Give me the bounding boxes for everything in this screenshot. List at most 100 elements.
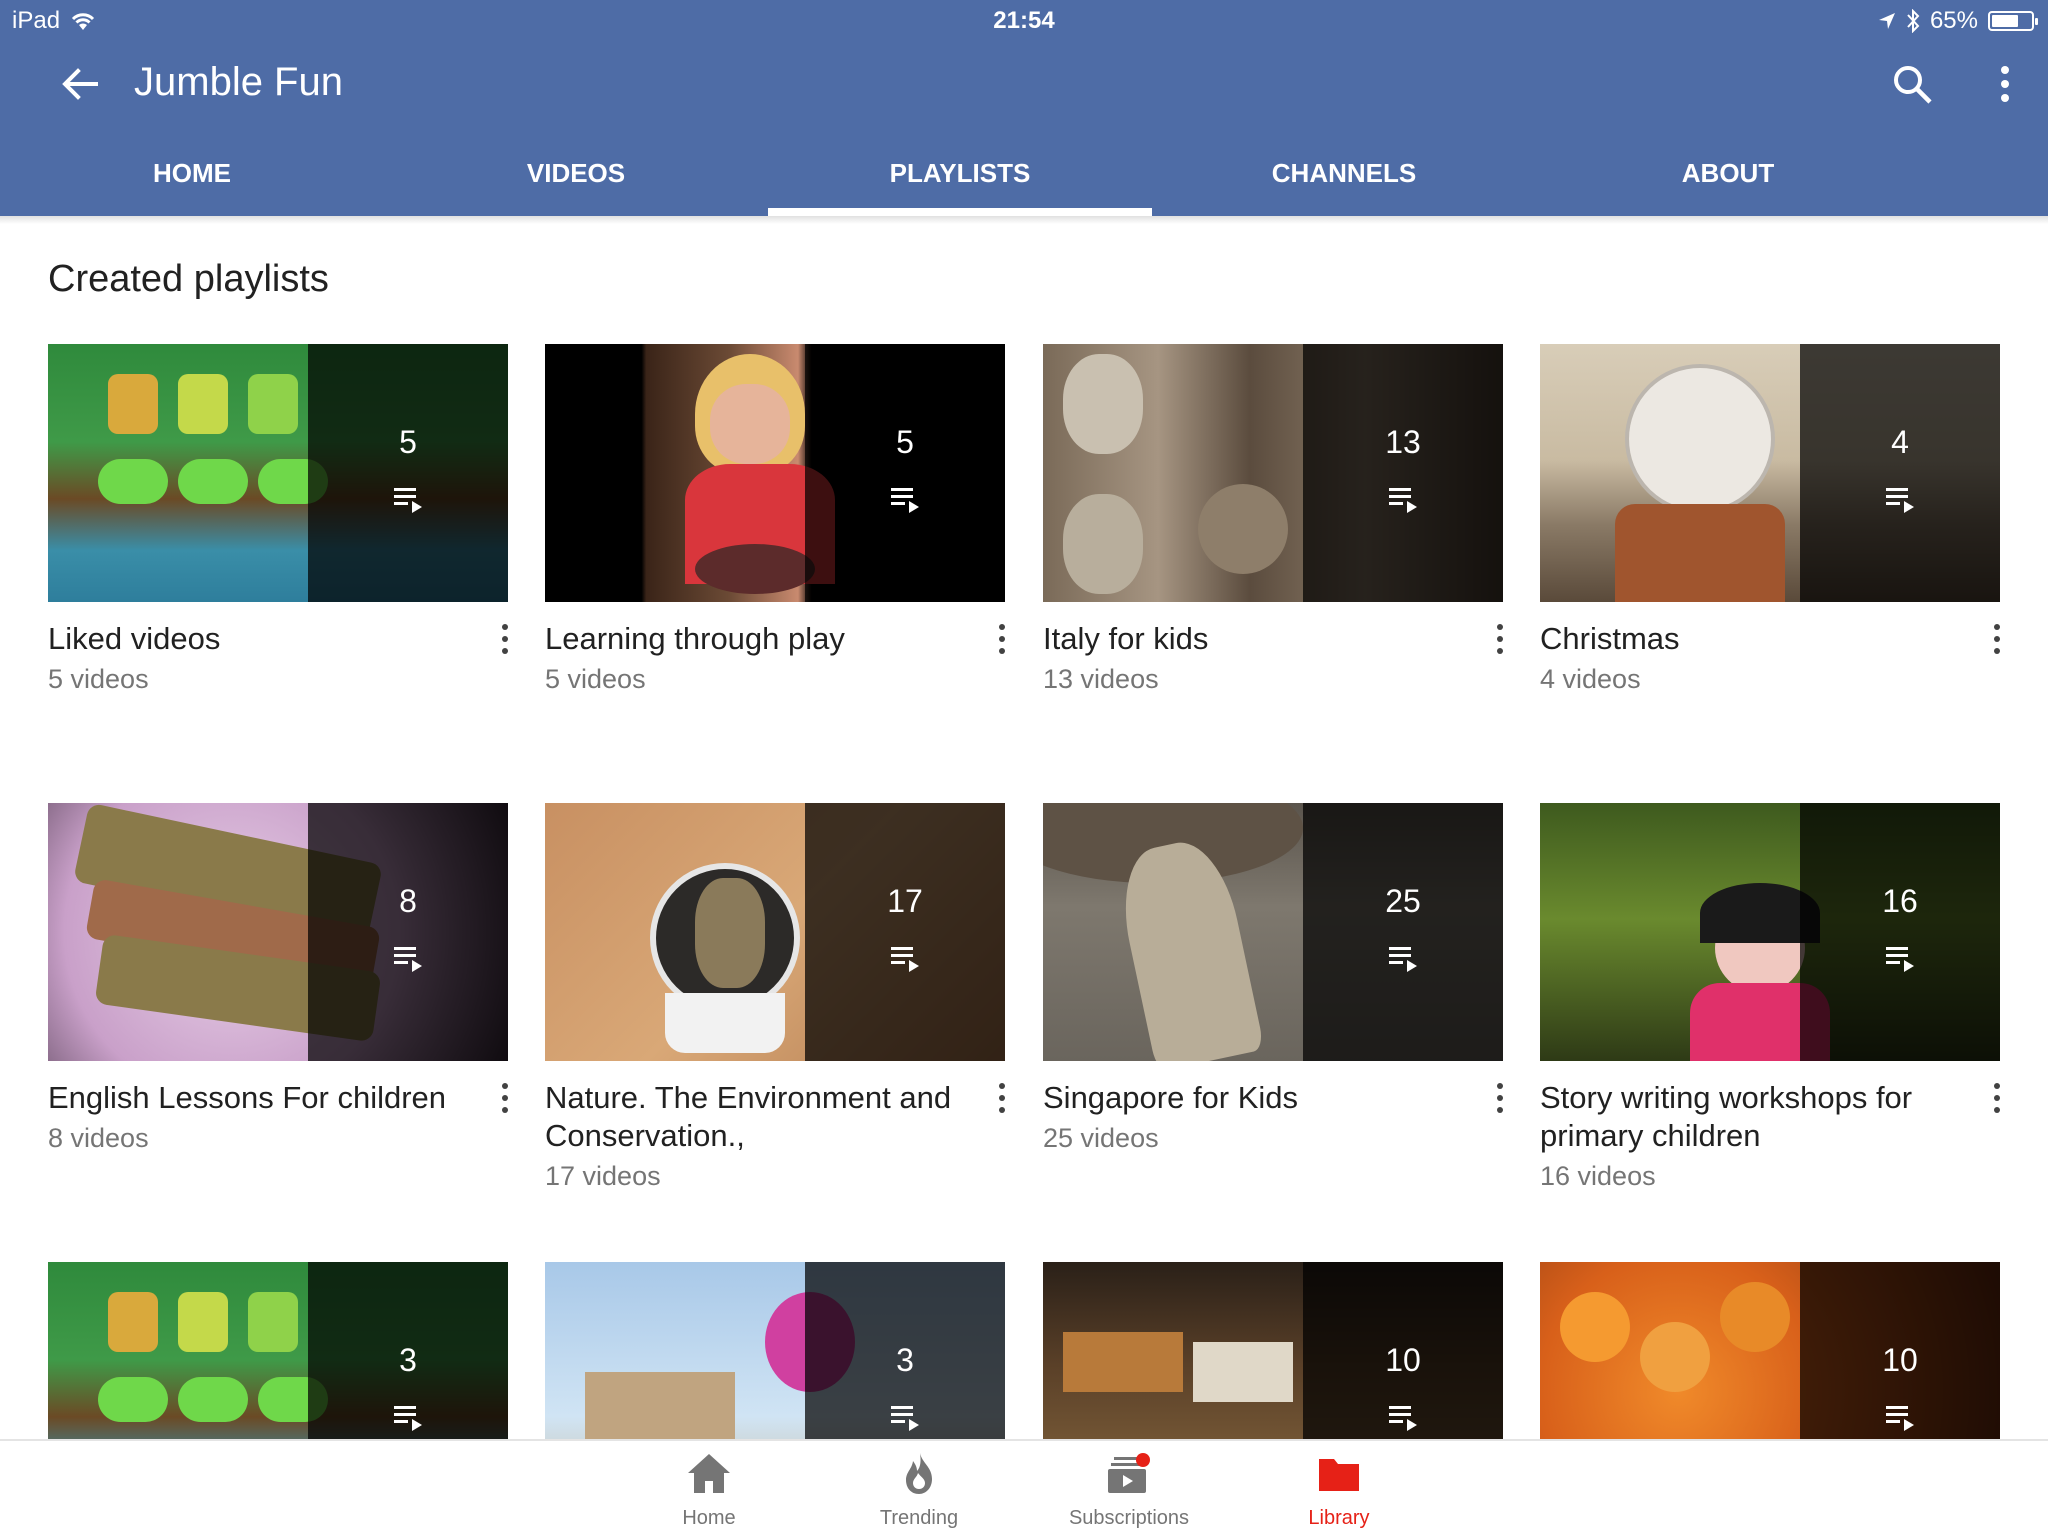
more-vert-icon[interactable] xyxy=(1990,622,2004,656)
playlist-title[interactable]: Story writing workshops for primary chil… xyxy=(1540,1079,1960,1155)
playlist-thumbnail[interactable]: 10 xyxy=(1043,1262,1503,1440)
battery-percent: 65% xyxy=(1929,7,1978,34)
more-vert-icon[interactable] xyxy=(1493,622,1507,656)
playlist-icon xyxy=(394,488,422,513)
playlist-subtitle: 8 videos xyxy=(48,1123,149,1153)
playlist-count-overlay: 5 xyxy=(805,344,1005,602)
playlist-card[interactable]: 8 English Lessons For children 8 videos xyxy=(48,803,508,1153)
status-bar: iPad 21:54 65% xyxy=(0,0,2048,42)
playlist-icon xyxy=(891,488,919,513)
playlist-subtitle: 25 videos xyxy=(1043,1123,1159,1153)
playlist-thumbnail[interactable]: 5 xyxy=(545,344,1005,602)
playlist-title[interactable]: Liked videos xyxy=(48,620,468,658)
more-vert-icon[interactable] xyxy=(1990,62,2020,106)
playlist-thumbnail[interactable]: 4 xyxy=(1540,344,2000,602)
playlist-card[interactable]: 3 xyxy=(545,1262,1005,1440)
playlist-subtitle: 17 videos xyxy=(545,1161,661,1191)
playlist-count-overlay: 10 xyxy=(1800,1262,2000,1440)
video-count: 3 xyxy=(399,1342,417,1378)
home-icon xyxy=(688,1454,730,1493)
more-vert-icon[interactable] xyxy=(498,622,512,656)
playlist-thumbnail[interactable]: 13 xyxy=(1043,344,1503,602)
trending-icon xyxy=(906,1453,932,1494)
video-count: 5 xyxy=(399,424,417,460)
playlist-count-overlay: 13 xyxy=(1303,344,1503,602)
status-time: 21:54 xyxy=(993,7,1055,34)
playlist-title[interactable]: Nature. The Environment and Conservation… xyxy=(545,1079,965,1155)
video-count: 10 xyxy=(1385,1342,1421,1378)
nav-trending[interactable]: Trending xyxy=(829,1451,1009,1535)
nav-home[interactable]: Home xyxy=(619,1451,799,1535)
toolbar: Jumble Fun xyxy=(0,42,2048,126)
nav-home-label: Home xyxy=(682,1507,736,1529)
playlist-card[interactable]: 17 Nature. The Environment and Conservat… xyxy=(545,803,1005,1191)
library-icon xyxy=(1319,1459,1359,1491)
more-vert-icon[interactable] xyxy=(995,1081,1009,1115)
search-icon[interactable] xyxy=(1890,62,1934,106)
playlist-subtitle: 13 videos xyxy=(1043,664,1159,694)
playlist-title[interactable]: Italy for kids xyxy=(1043,620,1463,658)
playlist-icon xyxy=(1389,488,1417,513)
section-title: Created playlists xyxy=(48,258,329,300)
playlist-card[interactable]: 25 Singapore for Kids 25 videos xyxy=(1043,803,1503,1153)
playlist-icon xyxy=(1886,1406,1914,1431)
playlist-count-overlay: 3 xyxy=(805,1262,1005,1440)
video-count: 16 xyxy=(1882,883,1918,919)
playlist-count-overlay: 16 xyxy=(1800,803,2000,1061)
nav-subscriptions[interactable]: Subscriptions xyxy=(1039,1451,1219,1535)
tab-about[interactable]: ABOUT xyxy=(1536,130,1920,216)
bluetooth-icon xyxy=(1907,9,1920,33)
more-vert-icon[interactable] xyxy=(1990,1081,2004,1115)
playlist-card[interactable]: 3 xyxy=(48,1262,508,1440)
playlist-title[interactable]: Learning through play xyxy=(545,620,965,658)
playlist-thumbnail[interactable]: 3 xyxy=(545,1262,1005,1440)
tab-home[interactable]: HOME xyxy=(0,130,384,216)
more-vert-icon[interactable] xyxy=(995,622,1009,656)
playlist-card[interactable]: 5 Liked videos 5 videos xyxy=(48,344,508,694)
nav-library-label: Library xyxy=(1308,1507,1370,1529)
playlist-icon xyxy=(1886,947,1914,972)
battery-icon xyxy=(1988,11,2038,31)
playlist-card[interactable]: 10 xyxy=(1540,1262,2000,1440)
playlist-thumbnail[interactable]: 17 xyxy=(545,803,1005,1061)
video-count: 13 xyxy=(1385,424,1421,460)
playlist-thumbnail[interactable]: 5 xyxy=(48,344,508,602)
video-count: 3 xyxy=(896,1342,914,1378)
playlist-title[interactable]: Singapore for Kids xyxy=(1043,1079,1463,1117)
tab-videos[interactable]: VIDEOS xyxy=(384,130,768,216)
playlist-icon xyxy=(394,947,422,972)
app-bar: iPad 21:54 65% Jumble Fun HOME VIDEOS PL… xyxy=(0,0,2048,216)
tab-channels[interactable]: CHANNELS xyxy=(1152,130,1536,216)
more-vert-icon[interactable] xyxy=(1493,1081,1507,1115)
playlist-count-overlay: 10 xyxy=(1303,1262,1503,1440)
playlist-card[interactable]: 16 Story writing workshops for primary c… xyxy=(1540,803,2000,1191)
playlist-card[interactable]: 13 Italy for kids 13 videos xyxy=(1043,344,1503,694)
playlist-title[interactable]: Christmas xyxy=(1540,620,1960,658)
video-count: 17 xyxy=(887,883,923,919)
bottom-navigation: Home Trending Subscriptions Library xyxy=(0,1439,2048,1536)
playlist-thumbnail[interactable]: 10 xyxy=(1540,1262,2000,1440)
back-arrow-icon[interactable] xyxy=(58,62,102,106)
playlist-icon xyxy=(1389,947,1417,972)
playlist-count-overlay: 17 xyxy=(805,803,1005,1061)
playlist-subtitle: 4 videos xyxy=(1540,664,1641,694)
playlist-thumbnail[interactable]: 3 xyxy=(48,1262,508,1440)
appbar-shadow xyxy=(0,216,2048,224)
playlist-thumbnail[interactable]: 8 xyxy=(48,803,508,1061)
playlist-card[interactable]: 4 Christmas 4 videos xyxy=(1540,344,2000,694)
playlist-count-overlay: 4 xyxy=(1800,344,2000,602)
nav-trending-label: Trending xyxy=(879,1507,959,1529)
playlist-title[interactable]: English Lessons For children xyxy=(48,1079,468,1117)
nav-subscriptions-label: Subscriptions xyxy=(1068,1507,1190,1529)
playlist-card[interactable]: 5 Learning through play 5 videos xyxy=(545,344,1005,694)
tab-playlists[interactable]: PLAYLISTS xyxy=(768,130,1152,216)
location-icon xyxy=(1878,13,1895,29)
more-vert-icon[interactable] xyxy=(498,1081,512,1115)
playlist-card[interactable]: 10 xyxy=(1043,1262,1503,1440)
playlist-thumbnail[interactable]: 25 xyxy=(1043,803,1503,1061)
playlist-icon xyxy=(891,1406,919,1431)
playlist-thumbnail[interactable]: 16 xyxy=(1540,803,2000,1061)
status-right: 65% xyxy=(1878,7,2038,35)
playlist-count-overlay: 3 xyxy=(308,1262,508,1440)
nav-library[interactable]: Library xyxy=(1249,1451,1429,1535)
